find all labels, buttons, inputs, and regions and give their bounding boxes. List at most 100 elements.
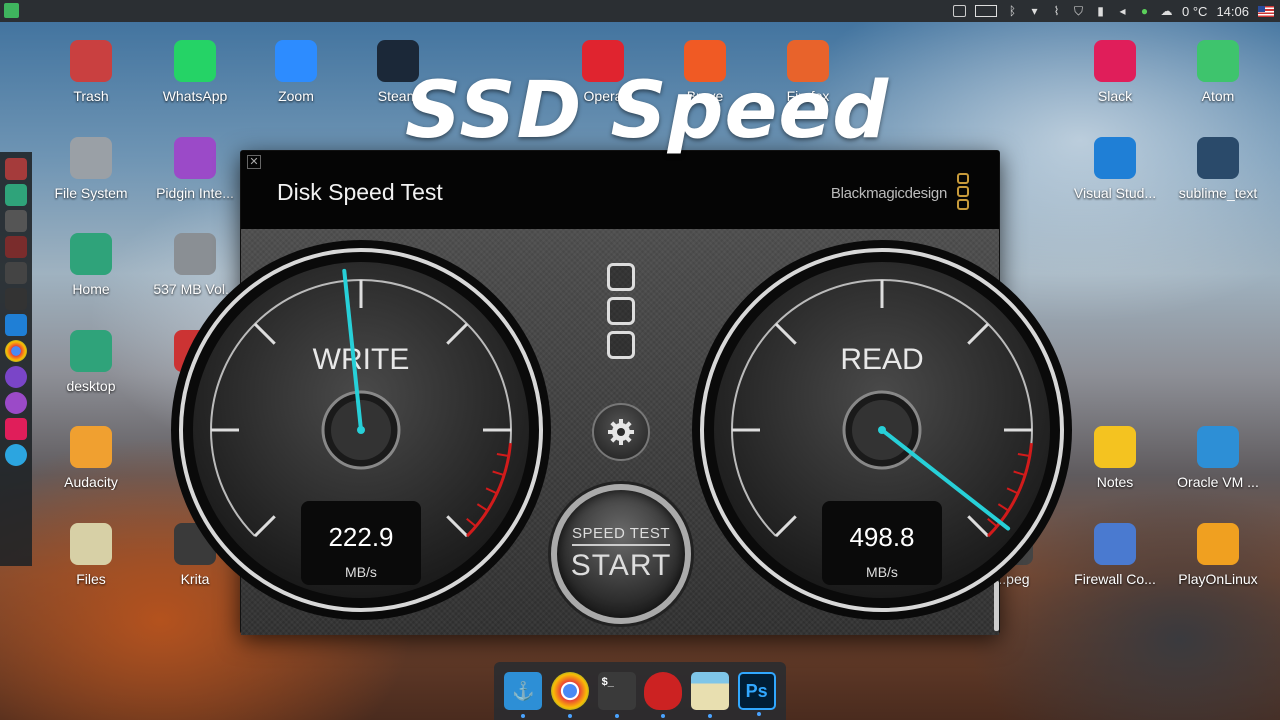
- desktop-icon-label: File System: [54, 185, 128, 201]
- volume-icon[interactable]: ◂: [1116, 4, 1129, 18]
- slack-icon: [1094, 40, 1136, 82]
- bluetooth-icon[interactable]: ᛒ: [1006, 4, 1019, 18]
- attachment-icon[interactable]: ⌇: [1050, 4, 1063, 18]
- virtualbox-icon: [1197, 426, 1239, 468]
- desktop-icon[interactable]: Pidgin Inte...: [145, 137, 245, 201]
- clock[interactable]: 14:06: [1216, 4, 1249, 19]
- desktop-icon[interactable]: sublime_text: [1168, 137, 1268, 201]
- read-gauge: READ 498.8 MB/s: [692, 240, 1072, 620]
- zoom-icon: [275, 40, 317, 82]
- desktop-icon[interactable]: Visual Stud...: [1065, 137, 1165, 201]
- trash-icon: [70, 40, 112, 82]
- folder-icon[interactable]: [5, 184, 27, 206]
- desktop-icon-label: Visual Stud...: [1073, 185, 1157, 201]
- vscode-icon: [1094, 137, 1136, 179]
- display-icon[interactable]: [975, 5, 998, 17]
- desktop-icon-label: Trash: [73, 88, 109, 104]
- battery-icon[interactable]: ▮: [1094, 4, 1107, 18]
- speed-test-start-button[interactable]: SPEED TEST START: [551, 484, 691, 624]
- desktop-icon[interactable]: Notes: [1065, 426, 1165, 490]
- us-flag-icon[interactable]: [1258, 5, 1274, 17]
- desktop-icon[interactable]: Firewall Co...: [1065, 523, 1165, 587]
- pidgin-icon[interactable]: [5, 392, 27, 414]
- security-icon[interactable]: ⛉: [1072, 4, 1085, 18]
- gauge-needle-pivot: [357, 426, 365, 434]
- vscode-icon[interactable]: [5, 314, 27, 336]
- desktop-icon[interactable]: Atom: [1168, 40, 1268, 104]
- terminal-icon[interactable]: $_: [597, 672, 636, 718]
- playonlinux-icon: [1197, 523, 1239, 565]
- desktop-icon-label: Audacity: [64, 474, 118, 490]
- telegram-icon[interactable]: [5, 444, 27, 466]
- whatsapp-icon: [174, 40, 216, 82]
- gauge-unit: MB/s: [345, 564, 377, 580]
- desktop-icon-label: WhatsApp: [162, 88, 228, 104]
- files-icon: [70, 523, 112, 565]
- atom-icon: [1197, 40, 1239, 82]
- close-icon[interactable]: ✕: [247, 155, 261, 169]
- chrome-icon[interactable]: [5, 340, 27, 362]
- update-icon[interactable]: ●: [1138, 4, 1151, 18]
- notes-icon: [1094, 426, 1136, 468]
- disk-logo-icon: [607, 263, 635, 365]
- files-icon[interactable]: [690, 672, 729, 718]
- gear-icon: [608, 419, 634, 445]
- app-icon[interactable]: [5, 236, 27, 258]
- left-dock: [0, 152, 32, 566]
- slack-icon[interactable]: [5, 418, 27, 440]
- wifi-icon[interactable]: ▾: [1028, 4, 1041, 18]
- desktop-icon[interactable]: WhatsApp: [145, 40, 245, 104]
- window-icon[interactable]: [953, 5, 967, 17]
- chrome-icon[interactable]: [550, 672, 589, 718]
- firefox-icon[interactable]: [5, 366, 27, 388]
- desktop-icon[interactable]: File System: [41, 137, 141, 201]
- desktop-icon[interactable]: desktop: [41, 330, 141, 394]
- desktop-icon[interactable]: Home: [41, 233, 141, 297]
- desktop-icon-label: Notes: [1096, 474, 1134, 490]
- app-icon[interactable]: [5, 210, 27, 232]
- photoshop-label: Ps: [745, 680, 768, 701]
- video-overlay-title: SSD Speed: [405, 66, 890, 156]
- shark-icon[interactable]: [644, 672, 683, 718]
- gauge-value: 498.8: [849, 522, 914, 552]
- brand-logo-icon: [957, 173, 969, 212]
- app-icon[interactable]: [5, 262, 27, 284]
- desktop-icon[interactable]: Files: [41, 523, 141, 587]
- desktop-icon-label: Zoom: [278, 88, 314, 104]
- drive-icon: [70, 137, 112, 179]
- desktop-icon[interactable]: Zoom: [246, 40, 346, 104]
- desktop-icon-label: Oracle VM ...: [1177, 474, 1259, 490]
- settings-gear-button[interactable]: [592, 403, 650, 461]
- audacity-icon: [70, 426, 112, 468]
- desktop-icon[interactable]: Trash: [41, 40, 141, 104]
- desktop-icon-label: desktop: [66, 378, 116, 394]
- pidgin-icon: [174, 137, 216, 179]
- window-title: Disk Speed Test: [277, 179, 443, 205]
- weather-icon[interactable]: ☁: [1160, 4, 1173, 18]
- desktop-icon-label: Firewall Co...: [1074, 571, 1156, 587]
- desktop-icon-label: Atom: [1201, 88, 1235, 104]
- desktop-icon[interactable]: Slack: [1065, 40, 1165, 104]
- start-button-label: START: [570, 549, 672, 582]
- gear-icon: [1197, 137, 1239, 179]
- window-header: ✕ Disk Speed Test Blackmagicdesign: [241, 151, 999, 229]
- desktop-icon-label: Pidgin Inte...: [156, 185, 234, 201]
- start-button-subtitle: SPEED TEST: [571, 525, 671, 546]
- desktop-icon-label: Files: [76, 571, 106, 587]
- gauge-label: WRITE: [313, 343, 410, 376]
- desktop-icon[interactable]: PlayOnLinux: [1168, 523, 1268, 587]
- home-folder-icon: [70, 233, 112, 275]
- photoshop-icon[interactable]: Ps: [737, 672, 776, 716]
- system-tray: ᛒ ▾ ⌇ ⛉ ▮ ◂ ● ☁ 0 °C 14:06: [953, 4, 1274, 19]
- top-panel: ᛒ ▾ ⌇ ⛉ ▮ ◂ ● ☁ 0 °C 14:06: [0, 0, 1280, 22]
- folder-icon: [70, 330, 112, 372]
- anchor-icon[interactable]: ⚓: [504, 672, 543, 718]
- gauge-needle-pivot: [878, 426, 886, 434]
- menu-logo-icon[interactable]: [4, 3, 19, 18]
- desktop-icon[interactable]: Audacity: [41, 426, 141, 490]
- terminal-icon[interactable]: [5, 288, 27, 310]
- trash-icon[interactable]: [5, 158, 27, 180]
- desktop-icon-label: Home: [72, 281, 110, 297]
- desktop-icon[interactable]: Oracle VM ...: [1168, 426, 1268, 490]
- temperature: 0 °C: [1182, 3, 1208, 19]
